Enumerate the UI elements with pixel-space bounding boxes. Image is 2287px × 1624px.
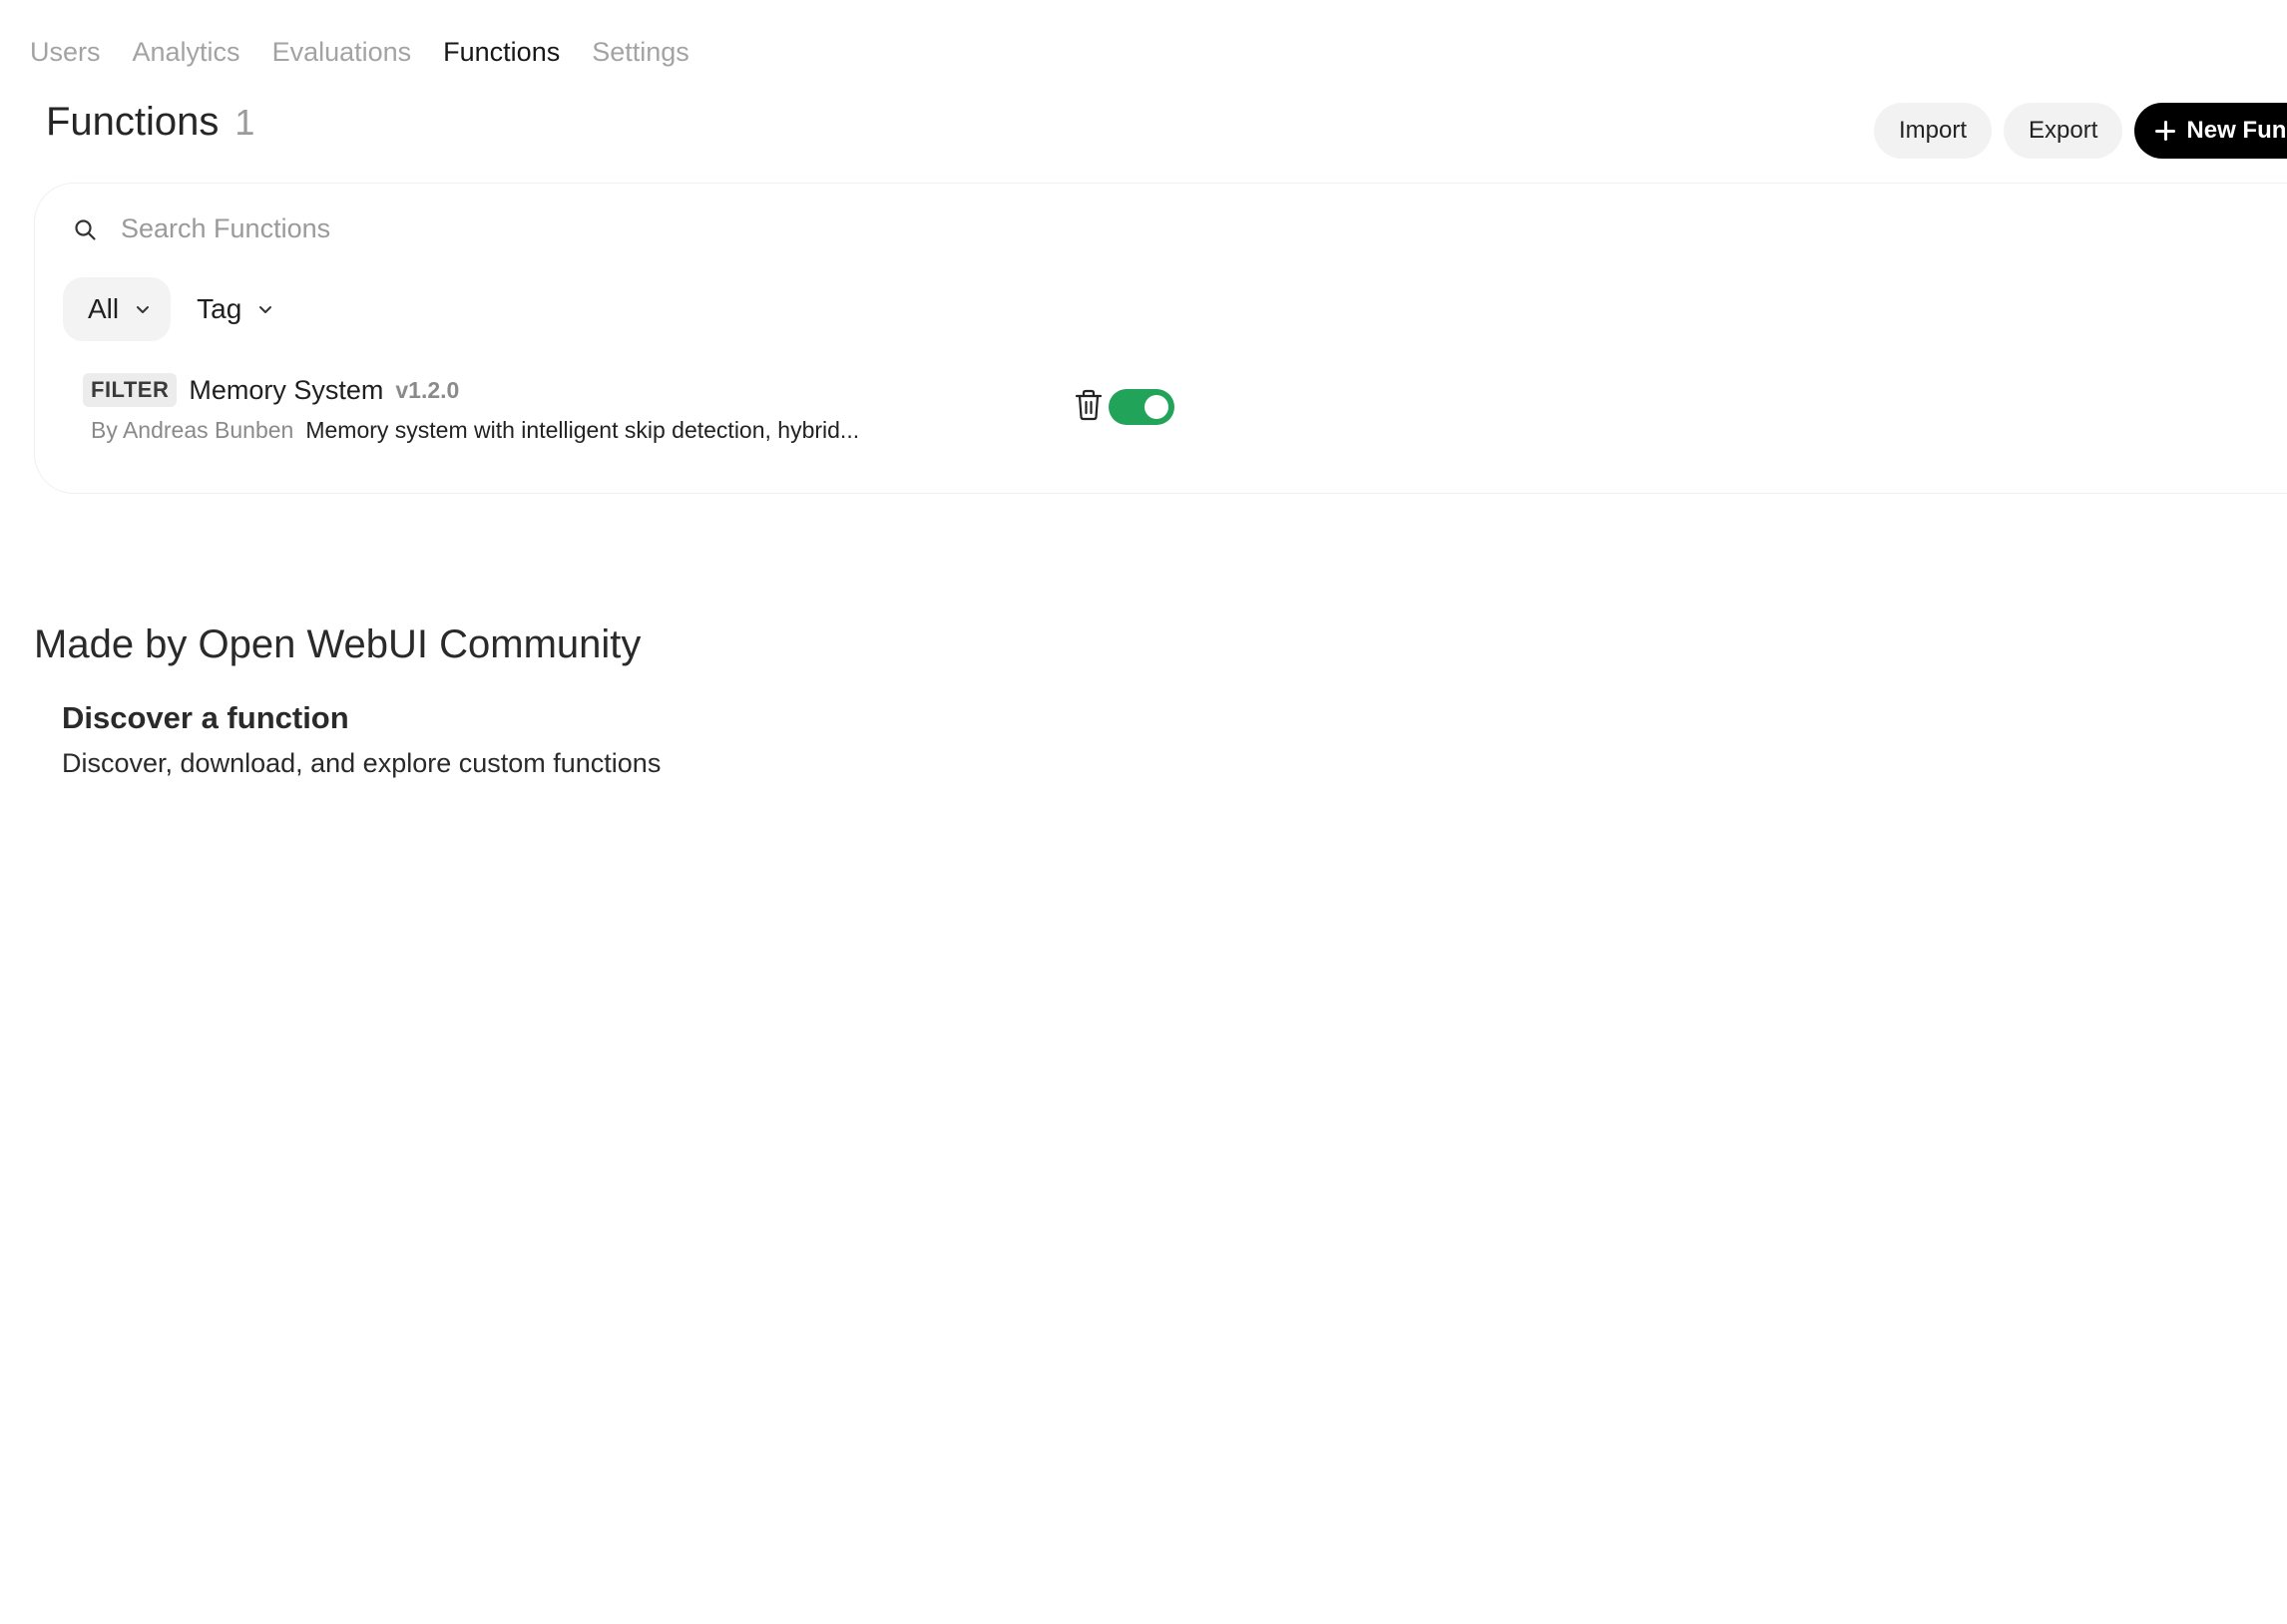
tab-users[interactable]: Users (30, 30, 101, 74)
function-author: By Andreas Bunben (91, 417, 294, 443)
new-function-label: New Function (2186, 117, 2287, 144)
function-header: FILTER Memory System v1.2.0 (83, 373, 459, 407)
tab-settings[interactable]: Settings (592, 30, 689, 74)
function-meta: By Andreas Bunben Memory system with int… (91, 417, 859, 444)
function-description: Memory system with intelligent skip dete… (305, 417, 860, 443)
functions-page: Users Analytics Evaluations Functions Se… (0, 0, 2287, 1624)
function-list-item[interactable]: FILTER Memory System v1.2.0 By Andreas B… (83, 373, 1220, 453)
toggle-knob (1144, 395, 1168, 419)
search-icon (75, 218, 96, 240)
filter-row: All Tag (63, 277, 289, 341)
search-input[interactable] (121, 213, 1019, 244)
tab-analytics[interactable]: Analytics (133, 30, 240, 74)
community-section-title: Made by Open WebUI Community (34, 622, 642, 666)
chevron-down-icon (137, 306, 150, 313)
tag-filter-select[interactable]: Tag (181, 277, 289, 341)
page-title: Functions (46, 100, 220, 144)
type-filter-select[interactable]: All (63, 277, 172, 341)
delete-function-button[interactable] (1069, 383, 1109, 427)
function-version: v1.2.0 (395, 376, 460, 403)
import-button[interactable]: Import (1874, 103, 1993, 159)
discover-title: Discover a function (62, 700, 349, 735)
tab-functions[interactable]: Functions (443, 30, 560, 74)
export-button[interactable]: Export (2004, 103, 2123, 159)
function-type-badge: FILTER (83, 373, 178, 407)
function-enabled-toggle[interactable] (1109, 389, 1174, 425)
function-count: 1 (234, 102, 255, 143)
tag-filter-label: Tag (197, 293, 242, 324)
trash-icon (1075, 389, 1103, 421)
page-header: Functions 1 (46, 100, 254, 145)
header-actions: Import Export New Function (1874, 103, 2287, 159)
function-name: Memory System (189, 374, 384, 405)
discover-function-link[interactable]: Discover a function Discover, download, … (62, 700, 661, 779)
tab-evaluations[interactable]: Evaluations (272, 30, 412, 74)
discover-subtitle: Discover, download, and explore custom f… (62, 748, 662, 778)
admin-tabs: Users Analytics Evaluations Functions Se… (30, 30, 689, 74)
functions-card: All Tag FILTER Memory System v1.2.0 By A… (34, 183, 2287, 494)
type-filter-value: All (88, 293, 120, 324)
new-function-button[interactable]: New Function (2134, 103, 2287, 159)
chevron-down-icon (259, 306, 272, 313)
search-bar (73, 213, 1019, 244)
plus-icon (2154, 120, 2176, 142)
